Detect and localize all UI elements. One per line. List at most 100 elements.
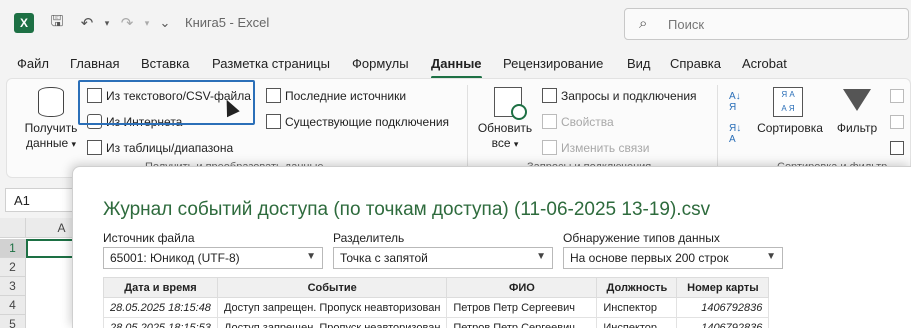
type-detection-label: Обнаружение типов данных — [563, 231, 720, 245]
file-origin-value: 65001: Юникод (UTF-8) — [110, 251, 240, 265]
table-icon — [87, 140, 102, 155]
window-title: Книга5 - Excel — [185, 15, 270, 30]
tab-formulas[interactable]: Формулы — [352, 56, 409, 71]
column-header: Номер карты — [676, 277, 770, 298]
refresh-all-label-2: все — [491, 136, 511, 150]
chevron-down-icon: ▾ — [71, 139, 77, 149]
clear-filter-icon — [890, 89, 904, 103]
chevron-down-icon: ▼ — [536, 251, 546, 262]
cell-position: Инспектор — [596, 317, 678, 328]
properties-button[interactable]: Свойства — [542, 114, 614, 129]
cell-datetime: 28.05.2025 18:15:53 — [103, 317, 218, 328]
edit-links-label: Изменить связи — [561, 141, 650, 155]
table-header-row: Дата и время Событие ФИО Должность Номер… — [103, 277, 770, 298]
name-box[interactable]: A1 — [5, 188, 75, 212]
tab-acrobat[interactable]: Acrobat — [742, 56, 787, 71]
undo-icon[interactable]: ↶ — [76, 12, 98, 34]
redo-icon[interactable]: ↷ — [116, 12, 138, 34]
select-all-corner[interactable] — [0, 218, 26, 238]
tab-file[interactable]: Файл — [17, 56, 49, 71]
ribbon-separator — [717, 85, 718, 171]
recent-sources-icon — [266, 88, 281, 103]
existing-connections-button[interactable]: Существующие подключения — [266, 114, 449, 129]
row-header[interactable]: 2 — [0, 258, 26, 277]
from-table-button[interactable]: Из таблицы/диапазона — [87, 140, 233, 155]
file-origin-label: Источник файла — [103, 231, 195, 245]
ribbon-separator — [467, 85, 468, 171]
reapply-icon — [890, 115, 904, 129]
cell-name: Петров Петр Сергеевич — [446, 317, 598, 328]
delimiter-label: Разделитель — [333, 231, 405, 245]
preview-table: Дата и время Событие ФИО Должность Номер… — [103, 277, 770, 328]
cell-datetime: 28.05.2025 18:15:48 — [103, 297, 218, 318]
tab-view[interactable]: Вид — [627, 56, 651, 71]
cell-event: Доступ запрещен. Пропуск неавторизован — [216, 297, 448, 318]
chevron-down-icon: ▼ — [306, 251, 316, 262]
edit-links-button[interactable]: Изменить связи — [542, 140, 649, 155]
recent-sources-label: Последние источники — [285, 89, 407, 103]
existing-connections-icon — [266, 114, 281, 129]
column-header: Событие — [216, 277, 448, 298]
row-header[interactable]: 4 — [0, 296, 26, 315]
properties-label: Свойства — [561, 115, 614, 129]
sort-descending-button[interactable]: Я↓ А — [729, 123, 741, 145]
csv-import-dialog: Журнал событий доступа (по точкам доступ… — [72, 166, 911, 328]
highlight-frame — [78, 80, 255, 125]
search-placeholder: Поиск — [668, 17, 705, 32]
save-icon[interactable]: 🖫 — [46, 12, 68, 34]
row-header[interactable]: 5 — [0, 315, 26, 328]
title-bar: X 🖫 ↶ ▾ ↷ ▾ ⌄ Книга5 - Excel ⌕ Поиск — [0, 0, 911, 46]
cell-card-number: 1406792836 — [676, 317, 770, 328]
file-origin-select[interactable]: 65001: Юникод (UTF-8) ▼ — [103, 247, 323, 269]
filter-label: Фильтр — [836, 121, 878, 135]
existing-connections-label: Существующие подключения — [285, 115, 450, 129]
table-row: 28.05.2025 18:15:48 Доступ запрещен. Про… — [103, 297, 770, 318]
row-header[interactable]: 1 — [0, 239, 26, 258]
tab-help[interactable]: Справка — [670, 56, 721, 71]
type-detection-select[interactable]: На основе первых 200 строк ▼ — [563, 247, 783, 269]
sort-button[interactable]: Сортировка — [755, 121, 825, 136]
advanced-filter-icon — [890, 141, 904, 155]
refresh-icon — [494, 87, 527, 120]
excel-logo-icon: X — [14, 13, 34, 33]
sort-za-icon: Я↓ А — [729, 123, 742, 145]
column-header: Дата и время — [103, 277, 218, 298]
get-data-label-1: Получить — [24, 121, 78, 135]
delimiter-select[interactable]: Точка с запятой ▼ — [333, 247, 553, 269]
tab-review[interactable]: Рецензирование — [503, 56, 603, 71]
sort-icon: Я АА Я — [773, 87, 803, 117]
dialog-title: Журнал событий доступа (по точкам доступ… — [103, 199, 711, 220]
type-detection-value: На основе первых 200 строк — [570, 251, 729, 265]
tab-home[interactable]: Главная — [70, 56, 119, 71]
column-header: Должность — [596, 277, 678, 298]
chevron-down-icon: ▼ — [766, 251, 776, 262]
ribbon-tabs: Файл Главная Вставка Разметка страницы Ф… — [0, 46, 911, 79]
recent-sources-button[interactable]: Последние источники — [266, 88, 406, 103]
search-icon: ⌕ — [639, 15, 648, 32]
from-table-label: Из таблицы/диапазона — [106, 141, 234, 155]
get-data-button[interactable]: Получить данные ▾ — [17, 121, 85, 152]
sort-label: Сортировка — [757, 121, 823, 135]
sort-az-icon: А↓ Я — [729, 91, 741, 113]
cell-name: Петров Петр Сергеевич — [446, 297, 598, 318]
filter-icon — [843, 89, 871, 111]
edit-links-icon — [542, 140, 557, 155]
sort-ascending-button[interactable]: А↓ Я — [729, 91, 741, 113]
cell-card-number: 1406792836 — [676, 297, 770, 318]
row-header[interactable]: 3 — [0, 277, 26, 296]
queries-connections-label: Запросы и подключения — [561, 89, 697, 103]
tab-data[interactable]: Данные — [431, 56, 482, 79]
get-data-label-2: данные — [25, 136, 69, 150]
refresh-all-label-1: Обновить — [477, 121, 533, 135]
tab-insert[interactable]: Вставка — [141, 56, 189, 71]
refresh-all-button[interactable]: Обновить все ▾ — [471, 121, 539, 152]
column-header: ФИО — [446, 277, 598, 298]
cell-event: Доступ запрещен. Пропуск неавторизован — [216, 317, 448, 328]
undo-dropdown-icon[interactable]: ▾ — [96, 12, 118, 34]
queries-connections-button[interactable]: Запросы и подключения — [542, 88, 697, 103]
customize-toolbar-icon[interactable]: ⌄ — [154, 12, 176, 34]
search-box[interactable]: ⌕ Поиск — [624, 8, 909, 40]
properties-icon — [542, 114, 557, 129]
tab-page-layout[interactable]: Разметка страницы — [212, 56, 330, 71]
filter-button[interactable]: Фильтр — [829, 121, 885, 136]
